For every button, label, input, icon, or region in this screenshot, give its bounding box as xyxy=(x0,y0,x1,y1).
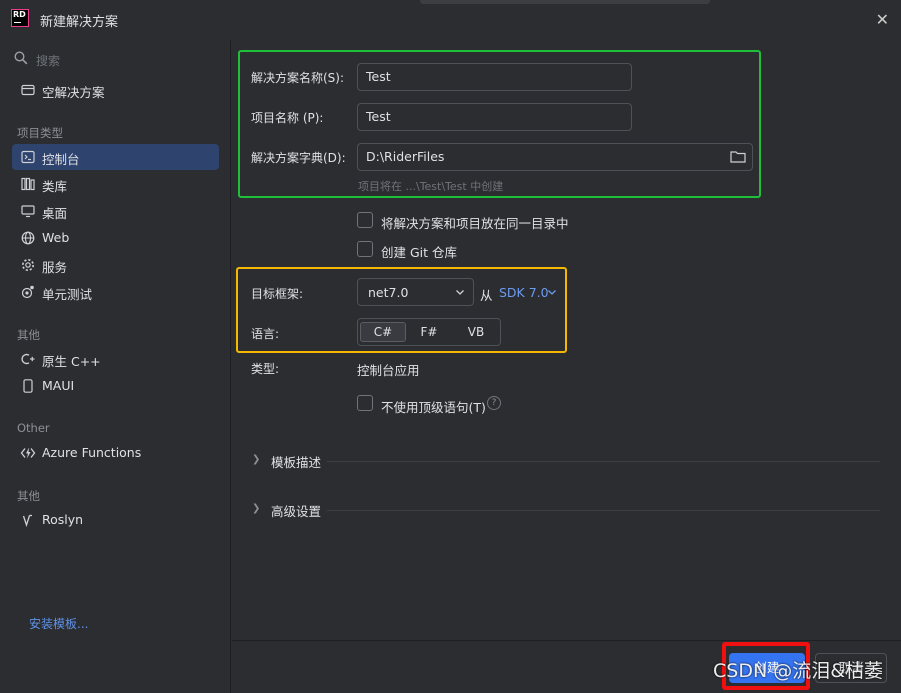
group-other-cn-1: 其他 xyxy=(17,328,40,342)
highlight-box-names xyxy=(238,50,761,198)
sidebar-item-console[interactable]: 控制台 xyxy=(12,144,219,170)
roslyn-icon xyxy=(22,514,32,528)
divider xyxy=(327,510,880,511)
close-icon[interactable]: ✕ xyxy=(876,10,889,29)
same-directory-label: 将解决方案和项目放在同一目录中 xyxy=(381,216,569,231)
no-top-level-statements-checkbox[interactable] xyxy=(357,395,373,411)
cpp-icon xyxy=(21,353,35,365)
group-project-types: 项目类型 xyxy=(17,126,63,140)
chevron-right-icon: ❯ xyxy=(252,503,261,514)
watermark: CSDN @流泪&枯萎 xyxy=(713,660,884,682)
highlight-box-framework xyxy=(236,267,567,353)
search-placeholder: 搜索 xyxy=(36,54,61,68)
create-git-checkbox[interactable] xyxy=(357,241,373,257)
sidebar-item-native-cpp[interactable]: 原生 C++ xyxy=(12,346,219,372)
azure-functions-icon xyxy=(20,447,36,459)
gear-icon xyxy=(22,259,34,271)
sidebar-item-empty-solution[interactable]: 空解决方案 xyxy=(12,77,219,103)
group-other-en: Other xyxy=(17,421,50,435)
console-icon xyxy=(21,150,35,164)
project-type-sidebar: 搜索 空解决方案 项目类型 控制台 类库 桌面 Web 服务 单元测试 其他 原… xyxy=(0,40,231,693)
sidebar-item-library[interactable]: 类库 xyxy=(12,171,219,197)
solution-icon xyxy=(21,84,35,96)
desktop-icon xyxy=(21,205,35,218)
divider xyxy=(327,461,880,462)
new-solution-dialog: RD 新建解决方案 ✕ 搜索 空解决方案 项目类型 控制台 类库 桌面 Web xyxy=(0,0,901,693)
create-git-label: 创建 Git 仓库 xyxy=(381,245,458,260)
same-directory-checkbox[interactable] xyxy=(357,212,373,228)
sidebar-item-unit-test[interactable]: 单元测试 xyxy=(12,279,219,305)
template-description-toggle[interactable]: ❯ 模板描述 xyxy=(252,451,332,471)
dialog-title: 新建解决方案 xyxy=(40,15,119,30)
sidebar-item-azure-functions[interactable]: Azure Functions xyxy=(12,440,219,466)
globe-icon xyxy=(21,231,35,245)
sidebar-item-web[interactable]: Web xyxy=(12,225,219,251)
type-label: 类型: xyxy=(251,362,280,376)
group-other-cn-2: 其他 xyxy=(17,489,40,503)
advanced-settings-toggle[interactable]: ❯ 高级设置 xyxy=(252,500,332,520)
type-value: 控制台应用 xyxy=(357,363,420,378)
search-icon xyxy=(14,51,28,65)
phone-icon xyxy=(23,379,33,393)
title-bar: RD 新建解决方案 ✕ xyxy=(0,0,901,40)
sidebar-item-service[interactable]: 服务 xyxy=(12,252,219,278)
help-icon[interactable]: ? xyxy=(487,396,501,410)
sidebar-item-maui[interactable]: MAUI xyxy=(12,373,219,399)
install-templates-link[interactable]: 安装模板... xyxy=(29,615,88,632)
sidebar-item-desktop[interactable]: 桌面 xyxy=(12,198,219,224)
library-icon xyxy=(21,177,35,191)
no-top-level-statements-label: 不使用顶级语句(T) xyxy=(381,400,486,415)
chevron-right-icon: ❯ xyxy=(252,454,261,465)
sidebar-item-roslyn[interactable]: Roslyn xyxy=(12,507,219,533)
test-icon xyxy=(21,285,34,299)
background-window-fragment xyxy=(420,0,710,4)
search-input[interactable]: 搜索 xyxy=(14,50,214,70)
rider-logo-icon: RD xyxy=(11,9,29,27)
